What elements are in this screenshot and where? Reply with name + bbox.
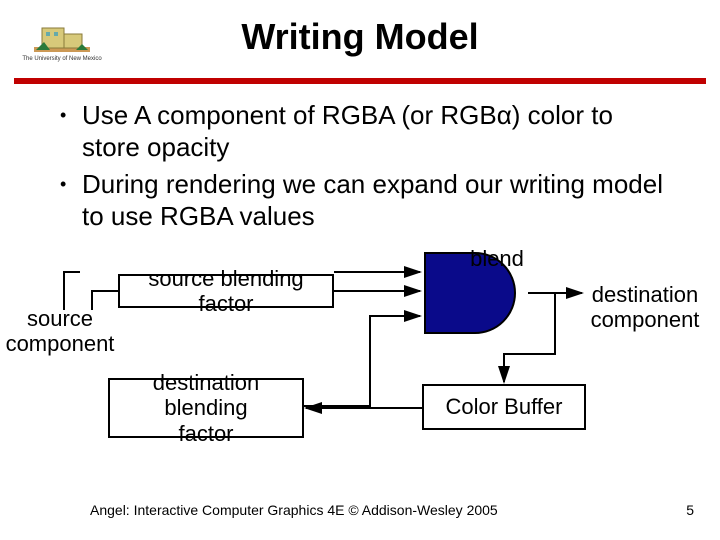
bullet-text: During rendering we can expand our writi… [82,169,666,232]
destination-component-label: destination component [580,282,710,333]
list-item: • Use A component of RGBA (or RGBα) colo… [60,100,666,163]
source-component-label: source component [0,306,120,357]
bullet-dot-icon: • [60,169,82,232]
blend-label: blend [452,246,542,271]
title-rule [14,78,706,84]
color-buffer-box: Color Buffer [422,384,586,430]
source-blending-factor-box: source blending factor [118,274,334,308]
page-number: 5 [686,502,694,518]
bullet-dot-icon: • [60,100,82,163]
list-item: • During rendering we can expand our wri… [60,169,666,232]
bullet-list: • Use A component of RGBA (or RGBα) colo… [60,100,666,239]
footer-text: Angel: Interactive Computer Graphics 4E … [90,502,498,518]
bullet-text: Use A component of RGBA (or RGBα) color … [82,100,666,163]
slide: The University of New Mexico Writing Mod… [0,0,720,540]
diagram: source component source blending factor … [0,266,720,466]
page-title: Writing Model [0,16,720,58]
destination-blending-factor-box: destination blending factor [108,378,304,438]
